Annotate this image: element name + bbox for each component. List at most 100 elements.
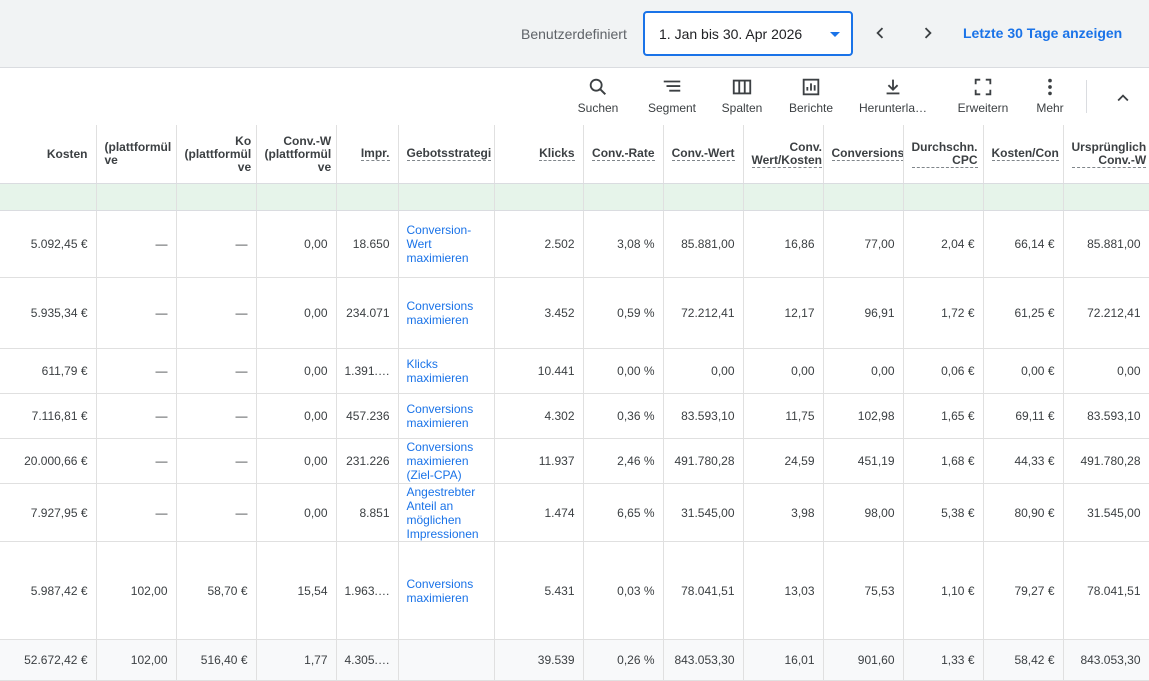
date-range-select[interactable]: 1. Jan bis 30. Apr 2026 <box>643 11 853 56</box>
previous-period-button[interactable] <box>869 22 891 44</box>
chevron-right-icon <box>924 27 932 39</box>
cell-conv-rate: 2,46 % <box>583 438 664 484</box>
columns-button[interactable]: Spalten <box>720 76 764 115</box>
cell-plattform-1: — <box>96 348 177 394</box>
segment-button[interactable]: Segment <box>646 76 698 115</box>
cell-impr: 231.226 <box>336 438 399 484</box>
cell-klicks: 2.502 <box>494 210 584 278</box>
download-button[interactable]: Herunterla… <box>858 76 928 115</box>
cell-urspruengl-conv-wert: 0,00 <box>1063 348 1149 394</box>
column-header-gebotsstrategie[interactable]: Gebotsstrategi <box>398 125 495 184</box>
bid-strategy-link[interactable]: Conversions maximieren <box>398 277 495 349</box>
cell-conv-wert: 491.780,28 <box>663 438 744 484</box>
total-cell-conv-wert-kosten: 16,01 <box>743 639 824 681</box>
cell-conversions: 77,00 <box>823 210 904 278</box>
total-row: 52.672,42 €102,00 516,40 €1,77 4.305.… 39.5… <box>0 639 1149 681</box>
table-row[interactable]: 20.000,66 € — —0,00 231.226 Conversions maxi… <box>0 438 1149 484</box>
summary-placeholder-row <box>0 183 1149 211</box>
table-row[interactable]: 5.987,42 €102,00 58,70 €15,54 1.963.… Conve… <box>0 541 1149 640</box>
cell-klicks: 4.302 <box>494 393 584 439</box>
total-cell-conv-rate: 0,26 % <box>583 639 664 681</box>
reports-button[interactable]: Berichte <box>787 76 835 115</box>
date-range-bar: Benutzerdefiniert 1. Jan bis 30. Apr 202… <box>0 0 1149 68</box>
cell-impr: 18.650 <box>336 210 399 278</box>
cell-plattform-3: 0,00 <box>256 210 337 278</box>
cell-plattform-2: — <box>176 438 257 484</box>
bid-strategy-link[interactable]: Klicks maximieren <box>398 348 495 394</box>
cell-plattform-2: — <box>176 277 257 349</box>
download-icon <box>886 79 900 95</box>
table-row[interactable]: 7.927,95 € — —0,00 8.851 Angestrebter Anteil… <box>0 483 1149 542</box>
cell-conv-wert: 0,00 <box>663 348 744 394</box>
cell-conv-wert: 72.212,41 <box>663 277 744 349</box>
cell-plattform-2: — <box>176 348 257 394</box>
column-header-klicks[interactable]: Klicks <box>494 125 584 184</box>
bid-strategy-link[interactable]: Conversions maximieren <box>398 393 495 439</box>
cell-kosten-conv: 44,33 € <box>983 438 1064 484</box>
table-row[interactable]: 611,79 € — —0,00 1.391.… Klicks maximieren 10… <box>0 348 1149 394</box>
cell-conv-wert-kosten: 24,59 <box>743 438 824 484</box>
date-range-type-label: Benutzerdefiniert <box>521 26 627 42</box>
show-last-30-days-link[interactable]: Letzte 30 Tage anzeigen <box>963 25 1122 41</box>
column-header-kosten-conv[interactable]: Kosten/Con <box>983 125 1064 184</box>
table-row[interactable]: 7.116,81 € — —0,00 457.236 Conversions maxim… <box>0 393 1149 439</box>
table-row[interactable]: 5.935,34 € — —0,00 234.071 Conversions maxim… <box>0 277 1149 349</box>
cell-conv-rate: 0,00 % <box>583 348 664 394</box>
column-header-kosten[interactable]: Kosten <box>0 125 97 184</box>
column-header-conv-wert[interactable]: Conv.-Wert <box>663 125 744 184</box>
bid-strategy-link[interactable]: Angestrebter Anteil an möglichen Impress… <box>398 483 495 542</box>
cell-plattform-1: — <box>96 393 177 439</box>
columns-icon <box>732 79 752 95</box>
cell-conv-rate: 6,65 % <box>583 483 664 542</box>
cell-conv-wert-kosten: 13,03 <box>743 541 824 640</box>
cell-conversions: 98,00 <box>823 483 904 542</box>
search-button[interactable]: Suchen <box>577 76 619 115</box>
cell-klicks: 10.441 <box>494 348 584 394</box>
bid-strategy-link[interactable]: Conversions maximieren <box>398 541 495 640</box>
collapse-button[interactable] <box>1112 87 1134 112</box>
cell-conv-rate: 0,03 % <box>583 541 664 640</box>
cell-cpc: 1,68 € <box>903 438 984 484</box>
column-header-conv-rate[interactable]: Conv.-Rate <box>583 125 664 184</box>
campaign-table: Kosten (plattformül ve Ko (plattformül v… <box>0 125 1149 681</box>
chevron-up-icon <box>1117 94 1129 102</box>
cell-plattform-1: — <box>96 277 177 349</box>
cell-plattform-1: — <box>96 483 177 542</box>
bid-strategy-link[interactable]: Conversion-Wert maximieren <box>398 210 495 278</box>
more-button[interactable]: Mehr <box>1034 76 1066 115</box>
reports-icon <box>802 78 820 96</box>
column-header-conv-wert-kosten[interactable]: Conv. Wert/Kosten <box>743 125 824 184</box>
cell-impr: 8.851 <box>336 483 399 542</box>
cell-klicks: 3.452 <box>494 277 584 349</box>
cell-conv-wert: 85.881,00 <box>663 210 744 278</box>
cell-impr: 1.963.… <box>336 541 399 640</box>
column-header-plattform-3[interactable]: Conv.-W (plattformül ve <box>256 125 337 184</box>
column-header-urspruengl-conv-wert[interactable]: Ursprünglich Conv.-W <box>1063 125 1149 184</box>
total-cell-plattform-2: 516,40 € <box>176 639 257 681</box>
cell-cpc: 1,10 € <box>903 541 984 640</box>
cell-conversions: 75,53 <box>823 541 904 640</box>
table-row[interactable]: 5.092,45 € — —0,00 18.650 Conversion-Wert ma… <box>0 210 1149 278</box>
total-cell-kosten: 52.672,42 € <box>0 639 97 681</box>
cell-plattform-2: — <box>176 483 257 542</box>
expand-button[interactable]: Erweitern <box>956 76 1010 115</box>
column-header-conversions[interactable]: Conversions <box>823 125 904 184</box>
cell-kosten-conv: 61,25 € <box>983 277 1064 349</box>
column-header-plattform-1[interactable]: (plattformül ve <box>96 125 177 184</box>
cell-kosten: 20.000,66 € <box>0 438 97 484</box>
cell-plattform-2: — <box>176 210 257 278</box>
cell-kosten: 5.987,42 € <box>0 541 97 640</box>
next-period-button[interactable] <box>917 22 939 44</box>
cell-klicks: 11.937 <box>494 438 584 484</box>
cell-plattform-3: 15,54 <box>256 541 337 640</box>
column-header-cpc[interactable]: Durchschn. CPC <box>903 125 984 184</box>
cell-urspruengl-conv-wert: 491.780,28 <box>1063 438 1149 484</box>
bid-strategy-link[interactable]: Conversions maximieren (Ziel-CPA) <box>398 438 495 484</box>
cell-plattform-2: 58,70 € <box>176 541 257 640</box>
cell-kosten-conv: 69,11 € <box>983 393 1064 439</box>
cell-klicks: 1.474 <box>494 483 584 542</box>
cell-plattform-3: 0,00 <box>256 483 337 542</box>
total-cell-conversions: 901,60 <box>823 639 904 681</box>
column-header-plattform-2[interactable]: Ko (plattformül ve <box>176 125 257 184</box>
column-header-impr[interactable]: Impr. <box>336 125 399 184</box>
